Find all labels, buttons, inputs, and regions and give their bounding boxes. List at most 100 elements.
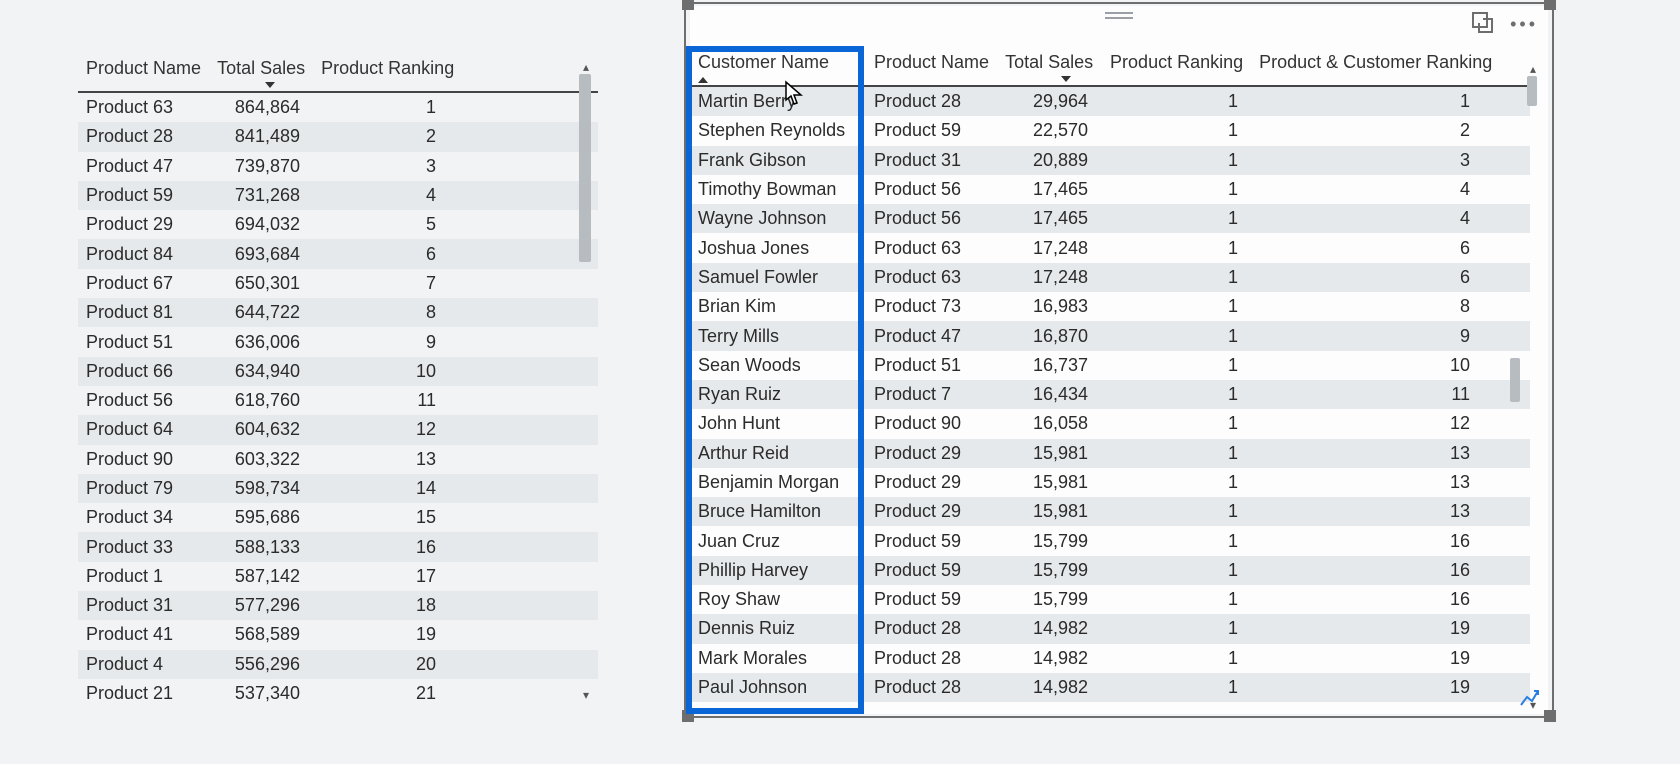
table-row[interactable]: Product 31577,29618 (78, 591, 598, 620)
table-row[interactable]: Mark MoralesProduct 2814,982119 (690, 644, 1530, 673)
cell-customer-name: Frank Gibson (690, 150, 866, 171)
cell-total-sales: 694,032 (208, 214, 308, 235)
col-header-product-customer-ranking[interactable]: Product & Customer Ranking (1251, 46, 1508, 79)
col-header-product-ranking[interactable]: Product Ranking (1101, 46, 1251, 79)
cell-product-customer-rank: 2 (1246, 120, 1486, 141)
table-row[interactable]: Arthur ReidProduct 2915,981113 (690, 439, 1530, 468)
table-row[interactable]: Product 4556,29620 (78, 650, 598, 679)
table-row[interactable]: Product 1587,14217 (78, 562, 598, 591)
cell-product-name: Product 41 (78, 624, 208, 645)
left-scrollbar[interactable]: ▴ ▾ (578, 60, 594, 700)
table-row[interactable]: Product 63864,8641 (78, 93, 598, 122)
col-header-total-sales[interactable]: Total Sales (209, 52, 313, 85)
table-row[interactable]: Product 81644,7228 (78, 298, 598, 327)
table-row[interactable]: Timothy BowmanProduct 5617,46514 (690, 175, 1530, 204)
scroll-thumb[interactable] (1527, 76, 1537, 106)
table-row[interactable]: Product 34595,68615 (78, 503, 598, 532)
table-row[interactable]: Product 29694,0325 (78, 210, 598, 239)
resize-handle-icon[interactable] (1544, 0, 1556, 10)
table-row[interactable]: Product 28841,4892 (78, 122, 598, 151)
col-header-product-name[interactable]: Product Name (866, 46, 997, 79)
table-row[interactable]: Product 51636,0069 (78, 327, 598, 356)
table-row[interactable]: Product 47739,8703 (78, 152, 598, 181)
cell-product-rank: 1 (1096, 589, 1246, 610)
table-row[interactable]: Product 64604,63212 (78, 415, 598, 444)
cell-total-sales: 577,296 (208, 595, 308, 616)
table-row[interactable]: Joshua JonesProduct 6317,24816 (690, 233, 1530, 262)
cell-product-rank: 1 (1096, 501, 1246, 522)
table-row[interactable]: Stephen ReynoldsProduct 5922,57012 (690, 116, 1530, 145)
scroll-thumb[interactable] (579, 74, 591, 262)
cell-product-name: Product 90 (78, 449, 208, 470)
table-row[interactable]: Product 84693,6846 (78, 239, 598, 268)
customer-product-ranking-table[interactable]: ••• Customer Name Product Name Total Sal… (690, 6, 1548, 714)
table-row[interactable]: Samuel FowlerProduct 6317,24816 (690, 263, 1530, 292)
cell-customer-name: Terry Mills (690, 326, 866, 347)
drill-icon[interactable] (1518, 686, 1540, 708)
product-ranking-table[interactable]: Product Name Total Sales Product Ranking… (78, 52, 598, 712)
table-row[interactable]: Dennis RuizProduct 2814,982119 (690, 614, 1530, 643)
drag-grip-icon[interactable] (1105, 12, 1133, 19)
cell-product-rank: 3 (308, 156, 448, 177)
cell-total-sales: 598,734 (208, 478, 308, 499)
cell-customer-name: Benjamin Morgan (690, 472, 866, 493)
cell-total-sales: 595,686 (208, 507, 308, 528)
table-row[interactable]: Product 90603,32213 (78, 445, 598, 474)
col-header-total-sales[interactable]: Total Sales (997, 46, 1101, 79)
table-row[interactable]: Product 41568,58919 (78, 620, 598, 649)
resize-handle-icon[interactable] (1544, 710, 1556, 722)
cell-product-name: Product 59 (78, 185, 208, 206)
col-header-customer-name[interactable]: Customer Name (690, 46, 866, 79)
table-row[interactable]: Brian KimProduct 7316,98318 (690, 292, 1530, 321)
cell-product-rank: 17 (308, 566, 448, 587)
cell-total-sales: 731,268 (208, 185, 308, 206)
table-row[interactable]: Terry MillsProduct 4716,87019 (690, 321, 1530, 350)
cell-product-rank: 1 (1096, 238, 1246, 259)
cell-product-rank: 16 (308, 537, 448, 558)
table-row[interactable]: Product 33588,13316 (78, 532, 598, 561)
table-row[interactable]: Product 67650,3017 (78, 269, 598, 298)
table-row[interactable]: Bruce HamiltonProduct 2915,981113 (690, 497, 1530, 526)
more-options-icon[interactable]: ••• (1510, 14, 1538, 35)
right-scroll-thumb-outer[interactable] (1510, 358, 1520, 402)
table-row[interactable]: Phillip HarveyProduct 5915,799116 (690, 556, 1530, 585)
table-row[interactable]: Product 66634,94010 (78, 357, 598, 386)
cell-product-rank: 1 (1096, 267, 1246, 288)
cell-product-name: Product 79 (78, 478, 208, 499)
cell-product-rank: 1 (1096, 472, 1246, 493)
cell-total-sales: 29,964 (996, 91, 1096, 112)
table-row[interactable]: Product 59731,2684 (78, 181, 598, 210)
table-row[interactable]: Paul JohnsonProduct 2814,982119 (690, 673, 1530, 702)
table-row[interactable]: Product 21537,34021 (78, 679, 598, 708)
cell-product-rank: 13 (308, 449, 448, 470)
table-row[interactable]: Product 79598,73414 (78, 474, 598, 503)
table-row[interactable]: Sean WoodsProduct 5116,737110 (690, 351, 1530, 380)
cell-total-sales: 537,340 (208, 683, 308, 704)
cell-product-customer-rank: 3 (1246, 150, 1486, 171)
cell-product-name: Product 56 (866, 208, 996, 229)
cell-customer-name: Bruce Hamilton (690, 501, 866, 522)
table-row[interactable]: Frank GibsonProduct 3120,88913 (690, 146, 1530, 175)
table-row[interactable]: John HuntProduct 9016,058112 (690, 409, 1530, 438)
col-header-product-ranking[interactable]: Product Ranking (313, 52, 466, 85)
scroll-up-icon[interactable]: ▴ (1527, 62, 1539, 74)
scroll-up-icon[interactable]: ▴ (580, 60, 592, 72)
scroll-down-icon[interactable]: ▾ (580, 688, 592, 700)
table-row[interactable]: Wayne JohnsonProduct 5617,46514 (690, 204, 1530, 233)
cell-product-customer-rank: 6 (1246, 238, 1486, 259)
cell-product-name: Product 1 (78, 566, 208, 587)
table-row[interactable]: Roy ShawProduct 5915,799116 (690, 585, 1530, 614)
col-header-label: Total Sales (217, 58, 305, 78)
focus-mode-icon[interactable] (1472, 12, 1494, 34)
table-row[interactable]: Martin BerryProduct 2829,96411 (690, 87, 1530, 116)
col-header-product-name[interactable]: Product Name (78, 52, 209, 85)
cell-total-sales: 693,684 (208, 244, 308, 265)
resize-handle-icon[interactable] (682, 0, 694, 10)
cell-product-name: Product 28 (866, 648, 996, 669)
table-row[interactable]: Benjamin MorganProduct 2915,981113 (690, 468, 1530, 497)
table-row[interactable]: Juan CruzProduct 5915,799116 (690, 526, 1530, 555)
right-scrollbar[interactable]: ▴ ▾ (1526, 62, 1540, 710)
table-row[interactable]: Product 56618,76011 (78, 386, 598, 415)
cell-product-customer-rank: 19 (1246, 677, 1486, 698)
table-row[interactable]: Ryan RuizProduct 716,434111 (690, 380, 1530, 409)
